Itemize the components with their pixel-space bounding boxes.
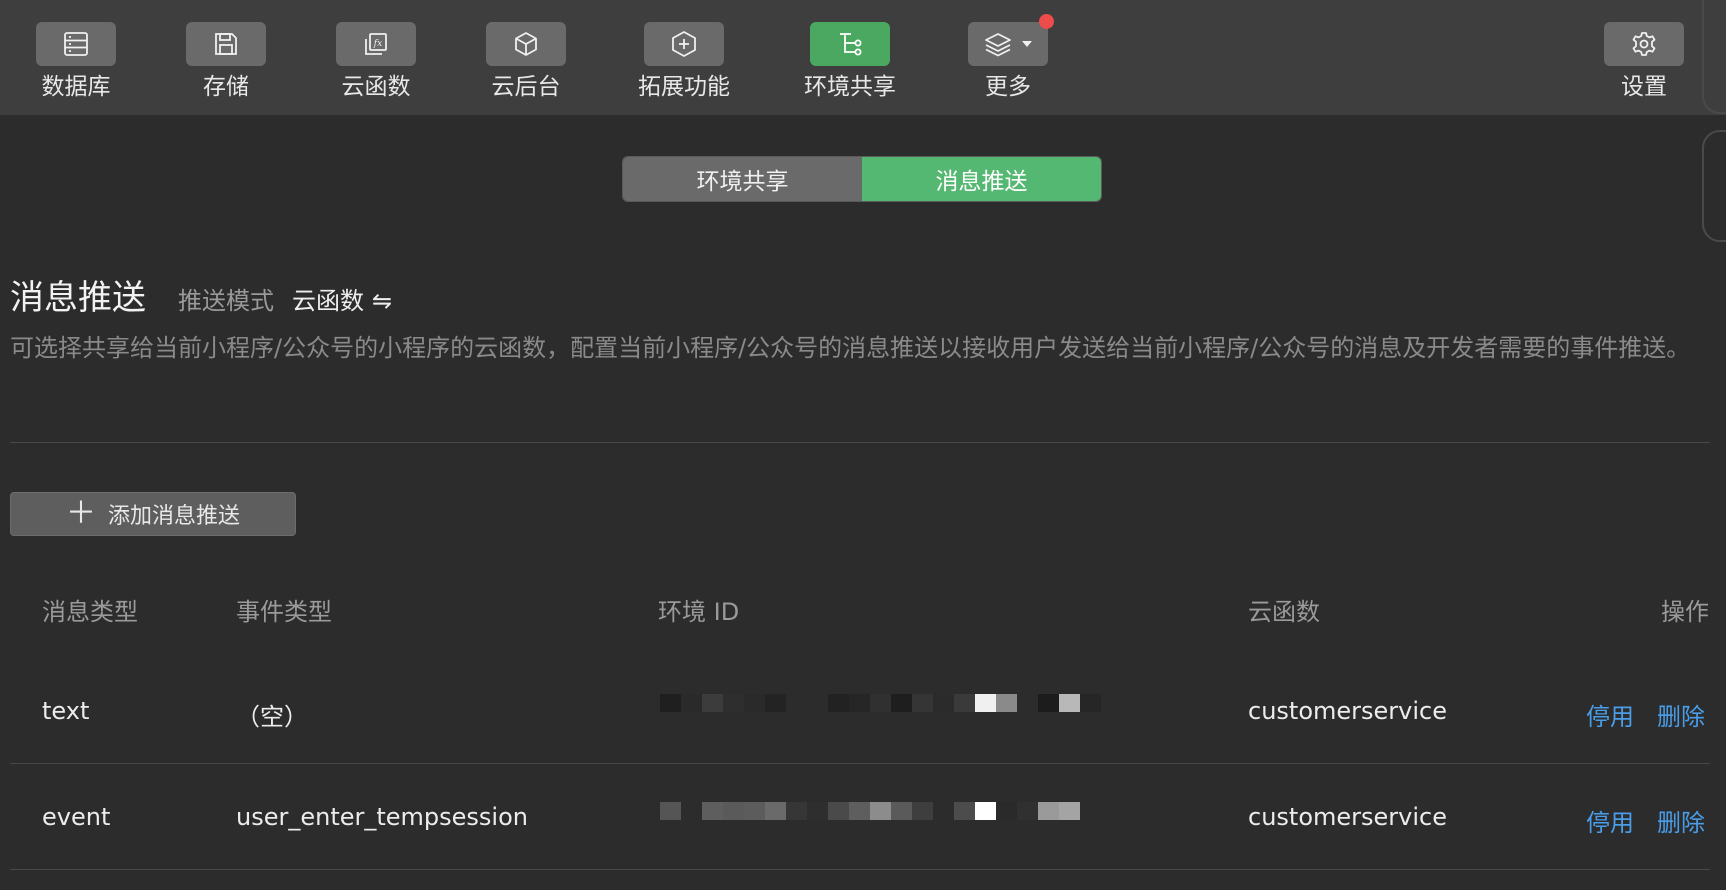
section-description: 可选择共享给当前小程序/公众号的小程序的云函数，配置当前小程序/公众号的消息推送… bbox=[10, 334, 1691, 362]
header-function: 云函数 bbox=[1248, 598, 1320, 626]
settings-button[interactable] bbox=[1604, 22, 1684, 66]
storage-icon bbox=[213, 31, 239, 57]
notification-badge bbox=[1039, 14, 1054, 29]
push-mode-value[interactable]: 云函数 bbox=[292, 281, 364, 316]
database-icon bbox=[63, 31, 89, 57]
toolbar-label: 设置 bbox=[1621, 74, 1667, 100]
page-title: 消息推送 bbox=[10, 278, 146, 318]
fx-glyph: fx bbox=[373, 39, 382, 49]
extension-button[interactable] bbox=[644, 22, 724, 66]
side-panel-edge bbox=[1702, 0, 1726, 114]
toolbar-storage[interactable]: 存储 bbox=[161, 22, 291, 102]
toolbar-label: 数据库 bbox=[41, 74, 111, 100]
disable-link[interactable]: 停用 bbox=[1586, 697, 1634, 732]
push-mode-label: 推送模式 bbox=[178, 287, 274, 315]
delete-link[interactable]: 删除 bbox=[1657, 697, 1705, 732]
cloud-function-button[interactable]: fx bbox=[336, 22, 416, 66]
header-msg-type: 消息类型 bbox=[42, 598, 138, 626]
toolbar-database[interactable]: 数据库 bbox=[11, 22, 141, 102]
header-actions: 操作 bbox=[1661, 598, 1709, 626]
toolbar-label: 云函数 bbox=[341, 74, 411, 100]
disable-link[interactable]: 停用 bbox=[1586, 803, 1634, 838]
delete-link[interactable]: 删除 bbox=[1657, 803, 1705, 838]
cloud-function-icon: fx bbox=[363, 31, 389, 57]
divider bbox=[10, 442, 1710, 443]
cell-msg-type: event bbox=[42, 803, 111, 831]
toolbar-label: 环境共享 bbox=[804, 74, 896, 100]
gear-icon bbox=[1631, 31, 1657, 57]
toolbar-label: 拓展功能 bbox=[638, 74, 730, 100]
toolbar-label: 存储 bbox=[203, 74, 249, 100]
row-divider bbox=[10, 869, 1710, 870]
storage-button[interactable] bbox=[186, 22, 266, 66]
add-button-label: 添加消息推送 bbox=[107, 504, 240, 529]
toolbar-more[interactable]: 更多 bbox=[943, 14, 1073, 102]
section-header: 消息推送 推送模式 云函数 ⇋ bbox=[10, 270, 392, 319]
redacted-env-id bbox=[660, 694, 1101, 712]
toolbar-cloud-function[interactable]: fx 云函数 bbox=[311, 22, 441, 102]
top-toolbar: 数据库 存储 fx 云函数 云后台 拓展功能 环境共享 更多 设置 bbox=[0, 0, 1726, 115]
cube-icon bbox=[513, 31, 539, 57]
chevron-down-icon bbox=[1022, 41, 1032, 47]
segmented-control: 环境共享 消息推送 bbox=[622, 156, 1102, 202]
row-divider bbox=[10, 763, 1710, 764]
cell-event-type: （空） bbox=[236, 703, 308, 731]
plus-icon: ＋ bbox=[65, 496, 96, 531]
more-button[interactable] bbox=[968, 14, 1054, 66]
branch-icon bbox=[837, 31, 863, 57]
toolbar-extension[interactable]: 拓展功能 bbox=[619, 22, 749, 102]
add-message-push-button[interactable]: ＋ 添加消息推送 bbox=[10, 492, 296, 536]
cell-event-type: user_enter_tempsession bbox=[236, 803, 528, 831]
toolbar-settings[interactable]: 设置 bbox=[1579, 22, 1709, 102]
extension-icon bbox=[670, 30, 698, 58]
toolbar-cloud-backend[interactable]: 云后台 bbox=[461, 22, 591, 102]
side-panel-edge bbox=[1702, 130, 1726, 242]
redacted-env-id bbox=[660, 802, 1080, 820]
tab-message-push[interactable]: 消息推送 bbox=[862, 157, 1101, 201]
toolbar-label: 云后台 bbox=[491, 74, 561, 100]
tab-env-share[interactable]: 环境共享 bbox=[623, 157, 862, 201]
cell-function: customerservice bbox=[1248, 697, 1447, 725]
header-event-type: 事件类型 bbox=[236, 598, 332, 626]
cell-msg-type: text bbox=[42, 697, 90, 725]
cloud-backend-button[interactable] bbox=[486, 22, 566, 66]
toolbar-label: 更多 bbox=[985, 74, 1031, 100]
header-env-id: 环境 ID bbox=[658, 598, 740, 626]
cell-function: customerservice bbox=[1248, 803, 1447, 831]
swap-icon[interactable]: ⇋ bbox=[372, 287, 392, 315]
layers-icon bbox=[984, 31, 1014, 57]
env-share-button[interactable] bbox=[810, 22, 890, 66]
database-button[interactable] bbox=[36, 22, 116, 66]
toolbar-env-share[interactable]: 环境共享 bbox=[785, 22, 915, 102]
